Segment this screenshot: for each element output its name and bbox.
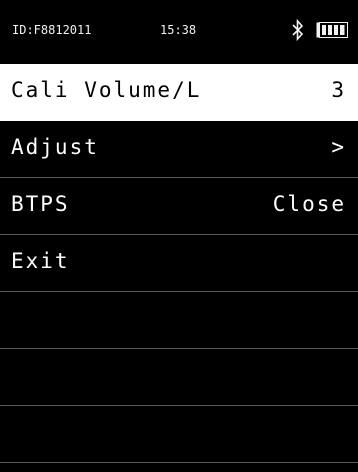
settings-menu: Cali Volume/L 3 Adjust > BTPS Close Exit [0, 64, 358, 463]
menu-item-label: Exit [11, 249, 70, 273]
menu-item-value: Close [272, 192, 346, 216]
menu-item-label: Adjust [11, 135, 99, 159]
menu-item-exit[interactable]: Exit [0, 235, 358, 292]
clock-time: 15:38 [160, 23, 197, 37]
menu-item-cali-volume[interactable]: Cali Volume/L 3 [0, 64, 358, 121]
empty-menu-row [0, 349, 358, 406]
menu-item-label: BTPS [11, 192, 70, 216]
empty-menu-row [0, 406, 358, 463]
bluetooth-icon [292, 18, 304, 42]
device-id: ID:F8812011 [12, 23, 92, 37]
chevron-right-icon: > [331, 135, 346, 159]
menu-item-btps[interactable]: BTPS Close [0, 178, 358, 235]
menu-item-label: Cali Volume/L [11, 78, 202, 102]
menu-item-value: 3 [331, 78, 346, 102]
status-bar: ID:F8812011 15:38 [0, 0, 358, 60]
menu-item-adjust[interactable]: Adjust > [0, 121, 358, 178]
device-screen: ID:F8812011 15:38 Cali Volume/L 3 Adjust… [0, 0, 358, 472]
empty-menu-row [0, 292, 358, 349]
battery-full-icon [316, 22, 348, 38]
